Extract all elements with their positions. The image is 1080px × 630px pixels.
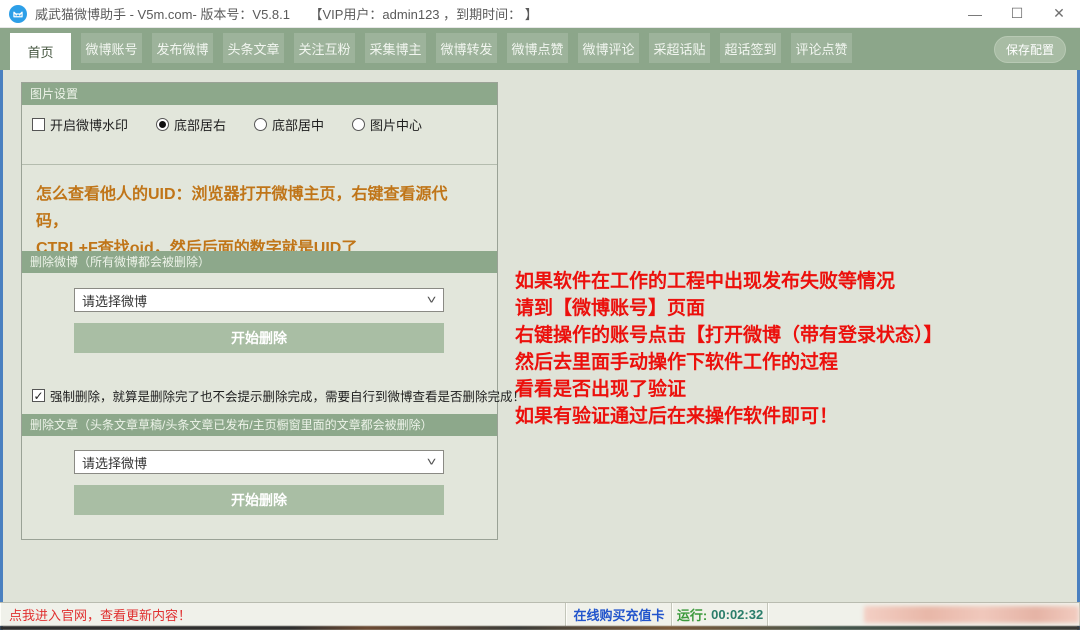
save-config-button[interactable]: 保存配置 — [994, 36, 1066, 63]
delete-weibo-select-value: 请选择微博 — [82, 291, 147, 310]
radio-unselected-icon — [254, 118, 267, 131]
notice-line: 看看是否出现了验证 — [515, 376, 1075, 403]
radio-bottom-center-label: 底部居中 — [272, 115, 324, 134]
status-bar: 点我进入官网，查看更新内容！ 在线购买充值卡 运行: 00:02:32 — [0, 602, 1080, 626]
delete-article-start-button[interactable]: 开始删除 — [74, 485, 444, 515]
radio-unselected-icon — [352, 118, 365, 131]
uid-hint-text: 怎么查看他人的UID：浏览器打开微博主页，右键查看源代码， CTRL+F查找oi… — [36, 181, 476, 262]
tab-comment-like[interactable]: 评论点赞 — [791, 33, 852, 63]
panel-divider — [22, 164, 497, 165]
notice-line: 如果软件在工作的工程中出现发布失败等情况 — [515, 268, 1075, 295]
force-delete-label: 强制删除，就算是删除完了也不会提示删除完成，需要自行到微博查看是否删除完成！ — [50, 386, 525, 405]
app-window: 威武猫微博助手 - V5m.com- 版本号：V5.8.1 【VIP用户：adm… — [0, 0, 1080, 630]
checkbox-unchecked-icon — [32, 118, 45, 131]
app-logo-icon — [9, 5, 27, 23]
tab-collect-supertopic[interactable]: 采超话贴 — [649, 33, 710, 63]
notice-line: 如果有验证通过后在来操作软件即可！ — [515, 403, 1075, 430]
checkbox-checked-icon: ✓ — [32, 389, 45, 402]
radio-bottom-right[interactable]: 底部居右 — [156, 115, 226, 134]
tab-weibo-like[interactable]: 微博点赞 — [507, 33, 568, 63]
tab-collect-bloggers[interactable]: 采集博主 — [365, 33, 426, 63]
tab-bar: 首页 微博账号 发布微博 头条文章 关注互粉 采集博主 微博转发 微博点赞 微博… — [0, 28, 1080, 70]
radio-selected-icon — [156, 118, 169, 131]
runtime-status: 运行: 00:02:32 — [672, 603, 768, 626]
runtime-label: 运行: — [677, 605, 707, 624]
tab-home[interactable]: 首页 — [10, 33, 71, 70]
window-title: 威武猫微博助手 - V5m.com- 版本号：V5.8.1 【VIP用户：adm… — [35, 4, 538, 23]
tab-weibo-comment[interactable]: 微博评论 — [578, 33, 639, 63]
window-controls: — ☐ ✕ — [954, 0, 1080, 27]
close-button[interactable]: ✕ — [1038, 0, 1080, 27]
delete-article-account-select[interactable]: 请选择微博 ˅ — [74, 450, 444, 474]
uid-hint-line1: 怎么查看他人的UID：浏览器打开微博主页，右键查看源代码， — [36, 181, 476, 235]
tab-toutiao-article[interactable]: 头条文章 — [223, 33, 284, 63]
tab-weibo-repost[interactable]: 微博转发 — [436, 33, 497, 63]
desktop-edge — [0, 626, 1080, 630]
statusbar-extra — [768, 603, 1080, 626]
watermark-checkbox-label: 开启微博水印 — [50, 115, 128, 134]
failure-notice: 如果软件在工作的工程中出现发布失败等情况 请到【微博账号】页面 右键操作的账号点… — [515, 268, 1075, 430]
radio-image-center[interactable]: 图片中心 — [352, 115, 422, 134]
redacted-blur — [864, 606, 1079, 623]
buy-recharge-card-link[interactable]: 在线购买充值卡 — [566, 603, 672, 626]
delete-article-header: 删除文章（头条文章草稿/头条文章已发布/主页橱窗里面的文章都会被删除） — [22, 414, 497, 436]
maximize-button[interactable]: ☐ — [996, 0, 1038, 27]
delete-weibo-start-button[interactable]: 开始删除 — [74, 323, 444, 353]
tab-supertopic-checkin[interactable]: 超话签到 — [720, 33, 781, 63]
radio-bottom-right-label: 底部居右 — [174, 115, 226, 134]
chevron-down-icon: ˅ — [427, 293, 437, 307]
image-settings-header: 图片设置 — [22, 83, 497, 105]
minimize-button[interactable]: — — [954, 0, 996, 27]
tab-publish-weibo[interactable]: 发布微博 — [152, 33, 213, 63]
runtime-value: 00:02:32 — [711, 607, 763, 622]
watermark-checkbox[interactable]: 开启微博水印 — [32, 115, 128, 134]
radio-image-center-label: 图片中心 — [370, 115, 422, 134]
notice-line: 然后去里面手动操作下软件工作的过程 — [515, 349, 1075, 376]
image-settings-controls: 开启微博水印 底部居右 底部居中 图片中心 — [32, 115, 450, 134]
notice-line: 请到【微博账号】页面 — [515, 295, 1075, 322]
notice-line: 右键操作的账号点击【打开微博（带有登录状态）】 — [515, 322, 1075, 349]
title-bar: 威武猫微博助手 - V5m.com- 版本号：V5.8.1 【VIP用户：adm… — [0, 0, 1080, 28]
delete-weibo-account-select[interactable]: 请选择微博 ˅ — [74, 288, 444, 312]
tab-weibo-accounts[interactable]: 微博账号 — [81, 33, 142, 63]
settings-panel: 图片设置 开启微博水印 底部居右 底部居中 图片中心 怎么查看他人的UID：浏览… — [21, 82, 498, 540]
force-delete-checkbox[interactable]: ✓ 强制删除，就算是删除完了也不会提示删除完成，需要自行到微博查看是否删除完成！ — [32, 386, 525, 405]
delete-article-select-value: 请选择微博 — [82, 453, 147, 472]
radio-bottom-center[interactable]: 底部居中 — [254, 115, 324, 134]
delete-weibo-header: 删除微博（所有微博都会被删除） — [22, 251, 497, 273]
tab-follow-fans[interactable]: 关注互粉 — [294, 33, 355, 63]
official-site-link[interactable]: 点我进入官网，查看更新内容！ — [0, 603, 566, 626]
chevron-down-icon: ˅ — [427, 455, 437, 469]
